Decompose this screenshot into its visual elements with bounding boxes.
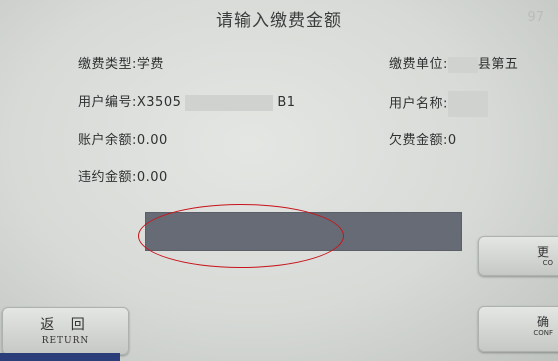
redaction-block (447, 56, 478, 73)
user-name-label: 用户名称: (389, 96, 448, 112)
redaction-block (447, 91, 488, 117)
return-button-label: 返 回 (40, 317, 91, 333)
confirm-button-label-en: CONF (533, 329, 553, 337)
page-title: 请输入缴费金额 (216, 11, 342, 31)
redaction-block (185, 94, 274, 111)
return-button[interactable]: 返 回 RETURN (2, 307, 129, 355)
fee-unit: 缴费单位: 县第五 (389, 53, 518, 73)
correct-button-label-en: CO (542, 259, 553, 267)
user-id-label: 用户编号:X3505 (78, 95, 182, 110)
fee-unit-label: 缴费单位: (389, 57, 448, 72)
bezel-strip (0, 353, 120, 361)
user-name: 用户名称: (389, 91, 488, 117)
corner-indicator: 97 (527, 10, 544, 25)
payment-screen: 请输入缴费金额 97 缴费类型:学费 缴费单位: 县第五 用户编号:X3505 B1… (0, 0, 558, 361)
correct-button[interactable]: 更 CO (478, 236, 558, 276)
account-balance: 账户余额:0.00 (78, 133, 168, 148)
correct-button-label: 更 (536, 245, 549, 259)
highlight-circle (138, 204, 344, 268)
return-button-label-en: RETURN (41, 336, 90, 346)
arrears-amount: 欠费金额:0 (389, 133, 457, 148)
penalty-amount: 违约金额:0.00 (78, 170, 168, 185)
user-id: 用户编号:X3505 B1 (78, 91, 296, 111)
fee-unit-value: 县第五 (477, 57, 519, 72)
confirm-button[interactable]: 确 CONF (478, 306, 558, 352)
confirm-button-label: 确 (536, 315, 549, 329)
fee-type: 缴费类型:学费 (78, 57, 164, 72)
user-id-suffix: B1 (277, 95, 296, 110)
